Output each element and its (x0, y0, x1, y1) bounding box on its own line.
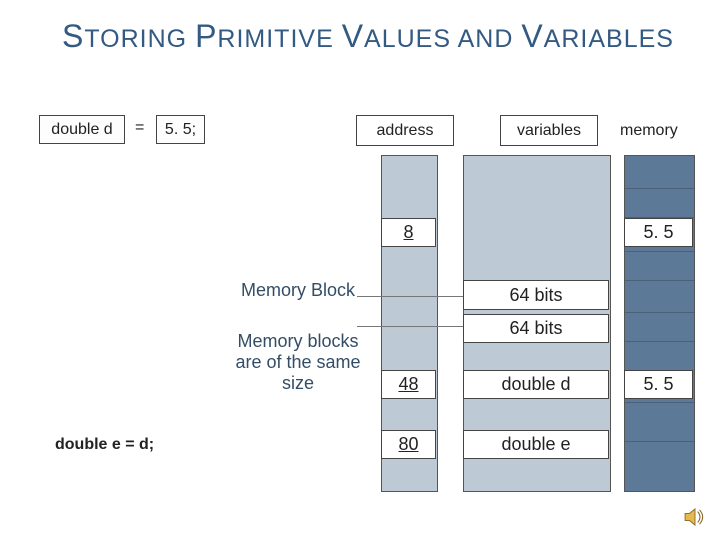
header-variables: variables (500, 115, 598, 146)
var-cell-double-d: double d (463, 370, 609, 399)
mem-divider (625, 312, 694, 342)
var-cell-64bits-a: 64 bits (463, 280, 609, 310)
address-cell-8: 8 (381, 218, 436, 247)
decl-bottom: double e = d; (55, 436, 154, 454)
connector-line (357, 296, 463, 297)
memory-block-label: Memory Block (238, 280, 358, 301)
mem-divider (625, 188, 694, 218)
connector-line (357, 326, 463, 327)
var-cell-double-e: double e (463, 430, 609, 459)
mem-divider (625, 402, 694, 442)
header-address: address (356, 115, 454, 146)
header-memory: memory (620, 115, 699, 146)
slide: STORING PRIMITIVE VALUES AND VARIABLES d… (0, 0, 720, 540)
mem-cell-5.5-a: 5. 5 (624, 218, 693, 247)
memory-block-note: Memory blocks are of the same size (231, 331, 365, 394)
mem-divider (625, 251, 694, 281)
slide-title: STORING PRIMITIVE VALUES AND VARIABLES (62, 18, 674, 55)
mem-cell-5.5-b: 5. 5 (624, 370, 693, 399)
var-cell-64bits-b: 64 bits (463, 314, 609, 343)
speaker-icon (684, 508, 706, 526)
address-cell-48: 48 (381, 370, 436, 399)
address-cell-80: 80 (381, 430, 436, 459)
decl-equals: = (135, 119, 144, 137)
decl-value-box: 5. 5; (156, 115, 205, 144)
decl-type-var-box: double d (39, 115, 125, 144)
memory-column (624, 155, 695, 492)
